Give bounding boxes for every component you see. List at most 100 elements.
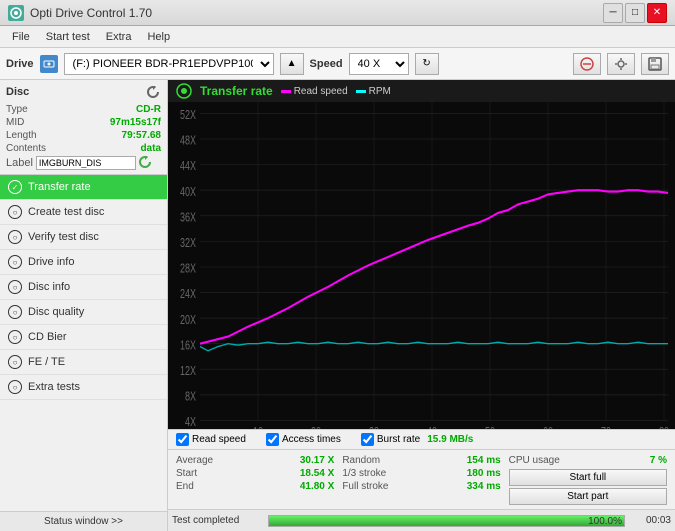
erase-button[interactable] [573, 53, 601, 75]
disc-contents-row: Contents data [6, 143, 161, 154]
disc-title: Disc [6, 86, 29, 98]
legend-read-speed: Read speed [281, 86, 348, 97]
disc-label-refresh-icon[interactable] [139, 156, 153, 170]
right-panel: Transfer rate Read speed RPM 52X 48X 44X… [168, 80, 675, 531]
chart-title: Transfer rate [200, 84, 273, 98]
nav-transfer-rate[interactable]: ✓ Transfer rate [0, 175, 167, 200]
close-button[interactable]: ✕ [647, 3, 667, 23]
nav-fe-te[interactable]: ○ FE / TE [0, 350, 167, 375]
access-times-checkbox-item: Access times [266, 433, 341, 446]
create-test-disc-icon: ○ [8, 205, 22, 219]
speed-refresh-button[interactable]: ↻ [415, 53, 439, 75]
svg-text:60: 60 [543, 426, 553, 429]
menu-help[interactable]: Help [139, 29, 178, 45]
read-speed-legend-dot [281, 90, 291, 93]
svg-text:52X: 52X [180, 109, 197, 123]
svg-text:24X: 24X [180, 288, 197, 302]
stat-random: Random 154 ms [342, 454, 500, 467]
left-panel: Disc Type CD-R MID 97m15s17f Length 79:5… [0, 80, 168, 531]
start-part-button[interactable]: Start part [509, 488, 667, 505]
fe-te-icon: ○ [8, 355, 22, 369]
nav-extra-tests[interactable]: ○ Extra tests [0, 375, 167, 400]
svg-text:8X: 8X [185, 390, 197, 404]
svg-text:min: min [668, 427, 675, 429]
stat-1-3-stroke: 1/3 stroke 180 ms [342, 467, 500, 480]
window-controls: ─ □ ✕ [603, 3, 667, 23]
settings-button[interactable] [607, 53, 635, 75]
chart-header: Transfer rate Read speed RPM [168, 80, 675, 102]
svg-text:48X: 48X [180, 134, 197, 148]
progress-time: 00:03 [631, 515, 671, 526]
menu-bar: File Start test Extra Help [0, 26, 675, 48]
chart-icon [176, 83, 192, 99]
progress-section: Test completed 100.0% 00:03 [168, 509, 675, 531]
svg-text:28X: 28X [180, 262, 197, 276]
stats-section: Average 30.17 X Start 18.54 X End 41.80 … [168, 450, 675, 509]
access-times-checkbox[interactable] [266, 433, 279, 446]
app-icon [8, 5, 24, 21]
title-bar: Opti Drive Control 1.70 ─ □ ✕ [0, 0, 675, 26]
svg-text:32X: 32X [180, 237, 197, 251]
svg-text:16X: 16X [180, 339, 197, 353]
menu-extra[interactable]: Extra [98, 29, 140, 45]
speed-select[interactable]: 40 X [349, 53, 409, 75]
disc-mid-row: MID 97m15s17f [6, 117, 161, 128]
cd-bier-icon: ○ [8, 330, 22, 344]
stats-col3: CPU usage 7 % Start full Start part [509, 454, 667, 505]
chart-area: 52X 48X 44X 40X 36X 32X 28X 24X 20X 16X … [168, 102, 675, 429]
svg-text:36X: 36X [180, 211, 197, 225]
svg-text:12X: 12X [180, 365, 197, 379]
maximize-button[interactable]: □ [625, 3, 645, 23]
nav-disc-quality[interactable]: ○ Disc quality [0, 300, 167, 325]
stat-start: Start 18.54 X [176, 467, 334, 480]
svg-text:10: 10 [253, 426, 263, 429]
minimize-button[interactable]: ─ [603, 3, 623, 23]
rpm-legend-dot [356, 90, 366, 93]
svg-text:20X: 20X [180, 313, 197, 327]
nav-cd-bier[interactable]: ○ CD Bier [0, 325, 167, 350]
nav-create-test-disc[interactable]: ○ Create test disc [0, 200, 167, 225]
verify-test-disc-icon: ○ [8, 230, 22, 244]
chart-controls: Read speed Access times Burst rate 15.9 … [168, 429, 675, 450]
nav-drive-info[interactable]: ○ Drive info [0, 250, 167, 275]
read-speed-checkbox[interactable] [176, 433, 189, 446]
stat-cpu-usage: CPU usage 7 % [509, 454, 667, 467]
drive-label: Drive [6, 58, 34, 70]
stats-col1: Average 30.17 X Start 18.54 X End 41.80 … [176, 454, 334, 505]
disc-refresh-button[interactable] [145, 84, 161, 100]
stats-col2: Random 154 ms 1/3 stroke 180 ms Full str… [342, 454, 500, 505]
svg-text:30: 30 [369, 426, 379, 429]
disc-quality-icon: ○ [8, 305, 22, 319]
transfer-rate-icon: ✓ [8, 180, 22, 194]
svg-text:40X: 40X [180, 185, 197, 199]
stat-average: Average 30.17 X [176, 454, 334, 467]
start-full-button[interactable]: Start full [509, 469, 667, 486]
nav-verify-test-disc[interactable]: ○ Verify test disc [0, 225, 167, 250]
save-button[interactable] [641, 53, 669, 75]
svg-text:20: 20 [311, 426, 321, 429]
disc-label-input[interactable] [36, 156, 136, 170]
title-text: Opti Drive Control 1.70 [30, 6, 152, 20]
extra-tests-icon: ○ [8, 380, 22, 394]
read-speed-checkbox-item: Read speed [176, 433, 246, 446]
drive-eject-button[interactable]: ▲ [280, 53, 304, 75]
menu-file[interactable]: File [4, 29, 38, 45]
menu-start-test[interactable]: Start test [38, 29, 98, 45]
nav-items: ✓ Transfer rate ○ Create test disc ○ Ver… [0, 175, 167, 511]
stat-full-stroke: Full stroke 334 ms [342, 480, 500, 493]
svg-text:50: 50 [485, 426, 495, 429]
burst-rate-checkbox[interactable] [361, 433, 374, 446]
disc-length-row: Length 79:57.68 [6, 130, 161, 141]
status-window-button[interactable]: Status window >> [0, 511, 167, 531]
progress-label: Test completed [172, 515, 262, 526]
drive-info-icon: ○ [8, 255, 22, 269]
drive-select[interactable]: (F:) PIONEER BDR-PR1EPDVPP100 1.01 [64, 53, 274, 75]
chart-svg: 52X 48X 44X 40X 36X 32X 28X 24X 20X 16X … [168, 102, 675, 429]
drive-icon [40, 55, 58, 73]
progress-percent: 100.0% [588, 516, 622, 528]
disc-label-row: Label [6, 156, 161, 170]
disc-type-row: Type CD-R [6, 104, 161, 115]
svg-text:70: 70 [601, 426, 611, 429]
toolbar: Drive (F:) PIONEER BDR-PR1EPDVPP100 1.01… [0, 48, 675, 80]
nav-disc-info[interactable]: ○ Disc info [0, 275, 167, 300]
